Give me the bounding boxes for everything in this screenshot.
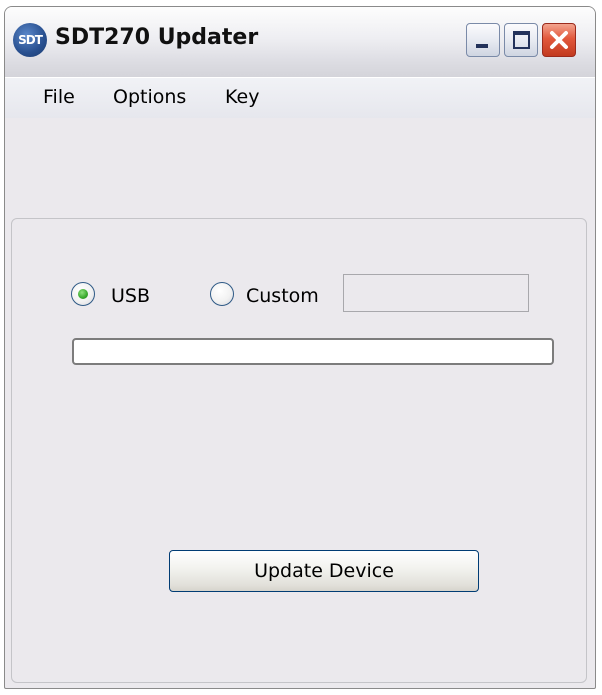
updater-window: SDT SDT270 Updater File Options Key USB …: [4, 6, 596, 689]
menu-key[interactable]: Key: [225, 86, 259, 108]
usb-radio-selected-dot: [78, 289, 88, 299]
update-device-button[interactable]: Update Device: [169, 550, 479, 592]
sdt-app-icon: SDT: [13, 23, 47, 57]
close-button[interactable]: [542, 23, 576, 57]
menu-file[interactable]: File: [43, 86, 75, 108]
custom-radio-label[interactable]: Custom: [246, 285, 319, 307]
minimize-button[interactable]: [466, 23, 500, 57]
usb-radio[interactable]: [71, 282, 95, 306]
maximize-button[interactable]: [504, 23, 538, 57]
update-progress-bar: [72, 338, 554, 365]
minimize-icon: [476, 44, 488, 48]
close-icon: [550, 31, 568, 49]
menu-bar: File Options Key: [5, 77, 595, 118]
custom-radio[interactable]: [210, 282, 234, 306]
custom-port-input[interactable]: [343, 274, 529, 312]
window-title: SDT270 Updater: [55, 25, 259, 50]
menu-options[interactable]: Options: [113, 86, 186, 108]
usb-radio-label[interactable]: USB: [111, 285, 150, 307]
maximize-icon: [513, 31, 530, 49]
title-bar[interactable]: SDT SDT270 Updater: [5, 7, 595, 77]
